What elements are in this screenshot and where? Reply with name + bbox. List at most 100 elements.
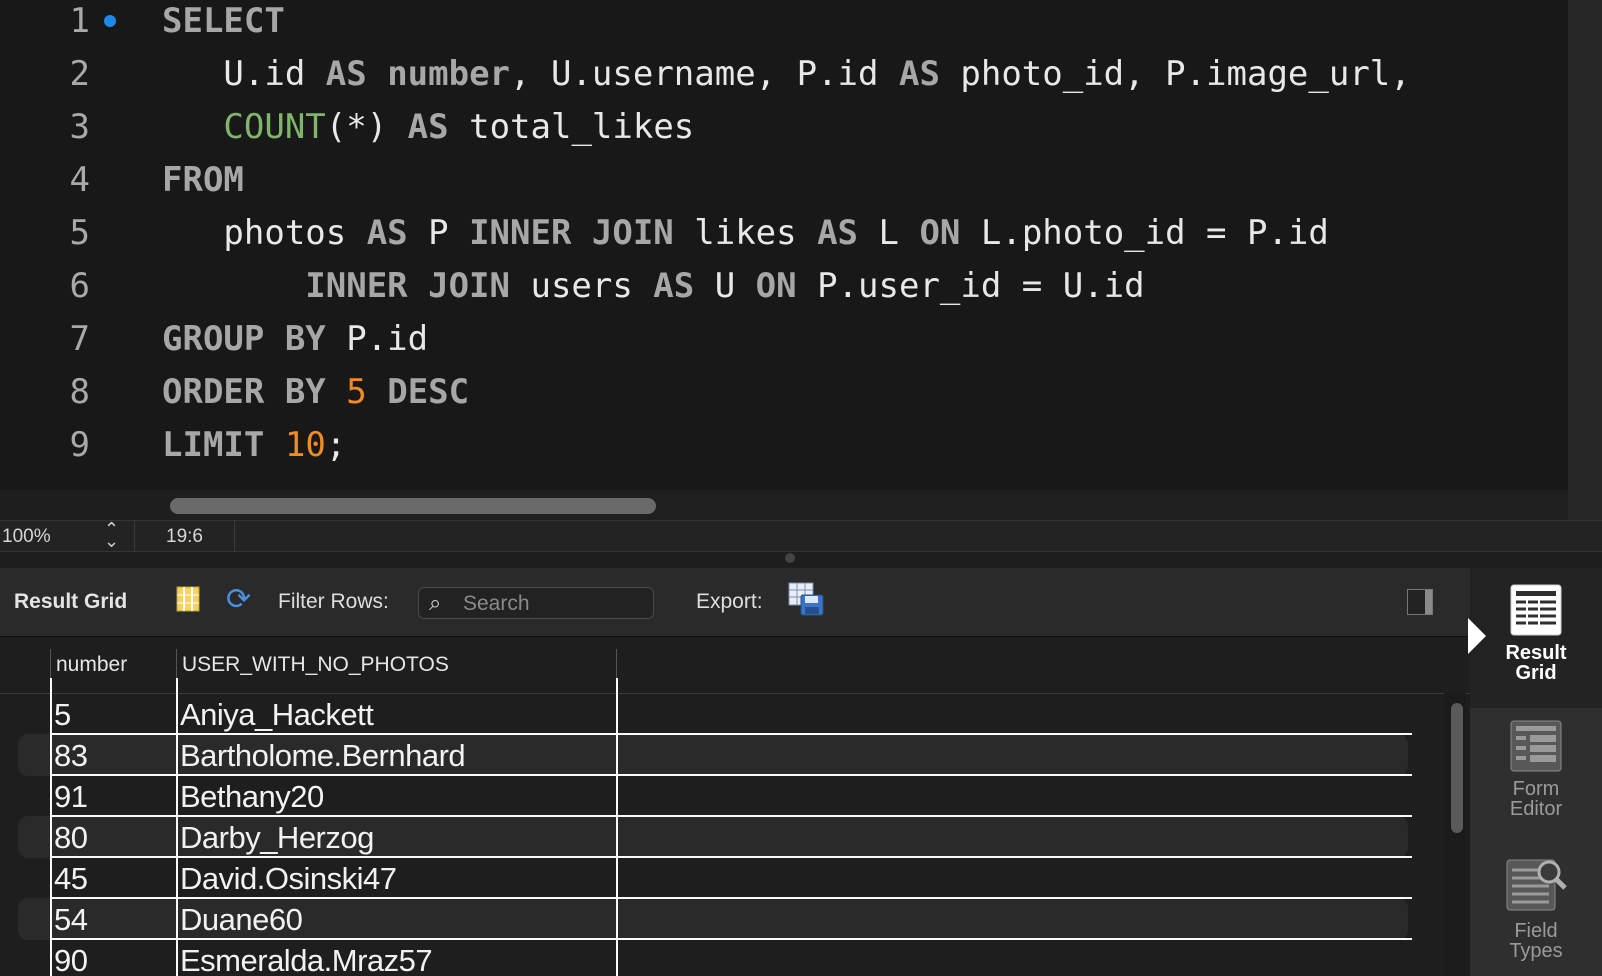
code-line[interactable]: INNER JOIN users AS U ON P.user_id = U.i… <box>162 259 1145 313</box>
cell-number[interactable]: 90 <box>54 943 88 976</box>
cell-username[interactable]: Darby_Herzog <box>180 820 374 856</box>
grid-row-line <box>50 774 1412 776</box>
sql-keyword: ON <box>919 213 961 253</box>
view-result-grid[interactable]: Result Grid <box>1470 582 1602 683</box>
code-line[interactable]: ORDER BY 5 DESC <box>162 365 469 419</box>
cell-username[interactable]: Aniya_Hackett <box>180 697 374 733</box>
view-label: Form <box>1512 778 1560 800</box>
refresh-icon[interactable]: ⟳ <box>226 582 251 617</box>
column-header-user-with-no-photos[interactable]: USER_WITH_NO_PHOTOS <box>182 653 449 677</box>
table-row[interactable]: 91 Bethany20 <box>18 775 1408 817</box>
sql-keyword: FROM <box>162 160 244 200</box>
grid-vertical-scroll-thumb[interactable] <box>1451 703 1463 833</box>
code-line[interactable]: FROM <box>162 153 244 207</box>
sql-editor[interactable]: 1 2 3 4 5 6 7 8 9 SELECT U.id AS number, U.usern… <box>0 0 1568 490</box>
code-line[interactable]: SELECT <box>162 0 285 48</box>
view-form-editor[interactable]: Form Editor <box>1470 718 1602 819</box>
cell-number[interactable]: 80 <box>54 820 88 856</box>
code-line[interactable]: LIMIT 10; <box>162 418 346 472</box>
export-icon[interactable] <box>788 582 824 622</box>
zoom-level[interactable]: 100% <box>2 526 51 548</box>
field-types-icon <box>1506 859 1567 911</box>
result-grid-icon <box>1510 584 1562 636</box>
grid-row-line <box>50 938 1412 940</box>
sql-text: photos <box>162 213 367 253</box>
sql-keyword: AS <box>653 266 695 306</box>
grid-column-line <box>616 678 618 976</box>
sql-keyword: AS <box>325 54 367 94</box>
grid-columns-icon[interactable] <box>176 586 200 618</box>
line-number: 3 <box>69 107 90 147</box>
view-label: Field <box>1514 920 1558 942</box>
table-row[interactable]: 90 Esmeralda.Mraz57 <box>18 939 1408 976</box>
sql-number: 5 <box>346 372 367 412</box>
cell-number[interactable]: 5 <box>54 697 71 733</box>
cell-username[interactable]: David.Osinski47 <box>180 861 397 897</box>
table-row[interactable]: 83 Bartholome.Bernhard <box>18 734 1408 776</box>
result-toolbar: Result Grid ⟳ Filter Rows: ⌕ Export: <box>0 568 1470 637</box>
cell-number[interactable]: 54 <box>54 902 88 938</box>
cell-number[interactable]: 91 <box>54 779 88 815</box>
sql-text: P.user_id = U.id <box>796 266 1145 306</box>
cell-number[interactable]: 83 <box>54 738 88 774</box>
grid-row-line <box>50 815 1412 817</box>
table-row[interactable]: 80 Darby_Herzog <box>18 816 1408 858</box>
cell-number[interactable]: 45 <box>54 861 88 897</box>
editor-horizontal-scroll-thumb[interactable] <box>170 498 656 514</box>
line-number: 1 <box>69 1 90 41</box>
sql-keyword: INNER JOIN <box>305 266 510 306</box>
result-grid[interactable]: number USER_WITH_NO_PHOTOS 5 Aniya_Hacket… <box>0 637 1470 976</box>
line-number: 9 <box>69 425 90 465</box>
sql-text: likes <box>673 213 818 253</box>
header-divider <box>50 649 51 679</box>
sql-keyword: LIMIT <box>162 425 265 465</box>
form-editor-icon <box>1510 720 1562 772</box>
editor-margin <box>1568 0 1602 520</box>
sql-keyword: GROUP BY <box>162 319 326 359</box>
sql-text: P.id <box>325 319 429 359</box>
view-label: Editor <box>1509 798 1563 820</box>
table-row[interactable]: 45 David.Osinski47 <box>18 857 1408 899</box>
cell-username[interactable]: Bethany20 <box>180 779 324 815</box>
cell-username[interactable]: Esmeralda.Mraz57 <box>180 943 433 976</box>
line-number: 6 <box>69 266 90 306</box>
code-line[interactable]: photos AS P INNER JOIN likes AS L ON L.p… <box>162 206 1328 260</box>
code-line[interactable]: U.id AS number, U.username, P.id AS phot… <box>162 47 1410 101</box>
sql-keyword: AS <box>817 213 859 253</box>
sql-keyword: AS <box>407 107 449 147</box>
sql-text: U <box>694 266 756 306</box>
toggle-side-panel-icon[interactable] <box>1407 589 1433 615</box>
sql-text: , U.username, P.id <box>510 54 899 94</box>
sql-function: COUNT <box>223 107 326 147</box>
column-header-number[interactable]: number <box>56 653 127 677</box>
sql-text: L <box>858 213 920 253</box>
line-number: 7 <box>69 319 90 359</box>
cell-username[interactable]: Duane60 <box>180 902 303 938</box>
sql-text: users <box>510 266 654 306</box>
grid-column-line <box>176 678 178 976</box>
filter-search-box[interactable]: ⌕ <box>418 587 654 619</box>
filter-search-input[interactable] <box>461 590 651 618</box>
pane-split-handle[interactable] <box>785 553 795 563</box>
zoom-stepper-icon[interactable]: ⌃ ⌄ <box>104 520 119 550</box>
code-line[interactable]: COUNT(*) AS total_likes <box>162 100 694 154</box>
table-row[interactable]: 54 Duane60 <box>18 898 1408 940</box>
search-icon: ⌕ <box>429 590 442 615</box>
view-field-types[interactable]: Field Types <box>1470 854 1602 961</box>
sql-keyword: AS <box>898 54 940 94</box>
line-number: 8 <box>69 372 90 412</box>
sql-number: 10 <box>284 425 326 465</box>
sql-text: total_likes <box>448 107 695 147</box>
table-row[interactable]: 5 Aniya_Hackett <box>18 693 1408 735</box>
header-divider <box>616 649 617 679</box>
sql-text: U.id <box>162 54 326 94</box>
view-label: Grid <box>1515 662 1557 684</box>
cell-username[interactable]: Bartholome.Bernhard <box>180 738 466 774</box>
code-line[interactable]: GROUP BY P.id <box>162 312 428 366</box>
view-label: Types <box>1509 940 1563 962</box>
